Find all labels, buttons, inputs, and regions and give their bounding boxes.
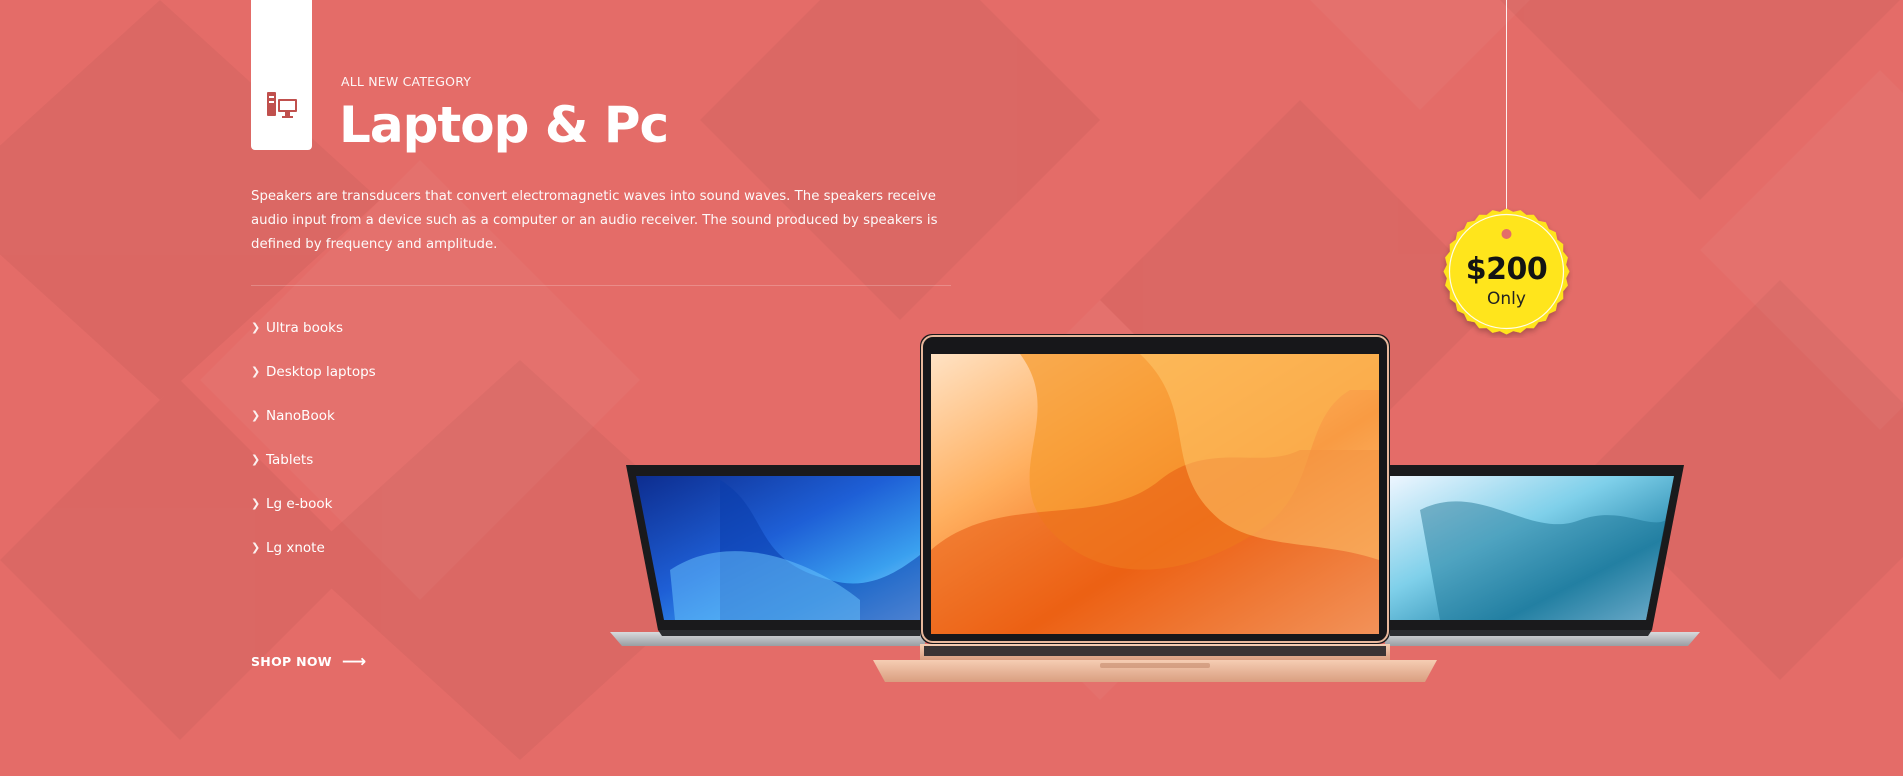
category-link-lg-e-book[interactable]: ❯ Lg e-book	[251, 494, 376, 538]
chevron-right-icon: ❯	[251, 541, 261, 554]
category-link-label: NanoBook	[266, 408, 335, 424]
category-link-label: Tablets	[266, 452, 314, 468]
category-link-label: Desktop laptops	[266, 364, 376, 380]
category-tab	[251, 0, 312, 150]
category-link-label: Lg e-book	[266, 496, 333, 512]
category-eyebrow: ALL NEW CATEGORY	[341, 74, 472, 89]
category-link-label: Lg xnote	[266, 540, 325, 556]
laptop-product-image	[610, 334, 1700, 682]
category-description: Speakers are transducers that convert el…	[251, 189, 938, 252]
chevron-right-icon: ❯	[251, 365, 261, 378]
page-title: Laptop & Pc	[339, 96, 669, 154]
price-tag-string	[1506, 0, 1507, 230]
category-link-lg-xnote[interactable]: ❯ Lg xnote	[251, 538, 376, 582]
chevron-right-icon: ❯	[251, 497, 261, 510]
shop-now-label: SHOP NOW	[251, 654, 332, 669]
category-link-desktop-laptops[interactable]: ❯ Desktop laptops	[251, 362, 376, 406]
divider	[251, 285, 951, 286]
category-link-label: Ultra books	[266, 320, 343, 336]
desktop-computer-icon	[267, 92, 297, 118]
price-value: $200	[1465, 252, 1548, 287]
category-link-tablets[interactable]: ❯ Tablets	[251, 450, 376, 494]
category-link-nanobook[interactable]: ❯ NanoBook	[251, 406, 376, 450]
chevron-right-icon: ❯	[251, 409, 261, 422]
arrow-right-icon: ⟶	[341, 651, 367, 672]
price-caption: Only	[1487, 289, 1526, 309]
category-list: ❯ Ultra books ❯ Desktop laptops ❯ NanoBo…	[251, 318, 376, 582]
category-link-ultra-books[interactable]: ❯ Ultra books	[251, 318, 376, 362]
shop-now-button[interactable]: SHOP NOW ⟶	[251, 651, 367, 672]
chevron-right-icon: ❯	[251, 321, 261, 334]
chevron-right-icon: ❯	[251, 453, 261, 466]
price-tag: $200 Only	[1440, 205, 1573, 338]
